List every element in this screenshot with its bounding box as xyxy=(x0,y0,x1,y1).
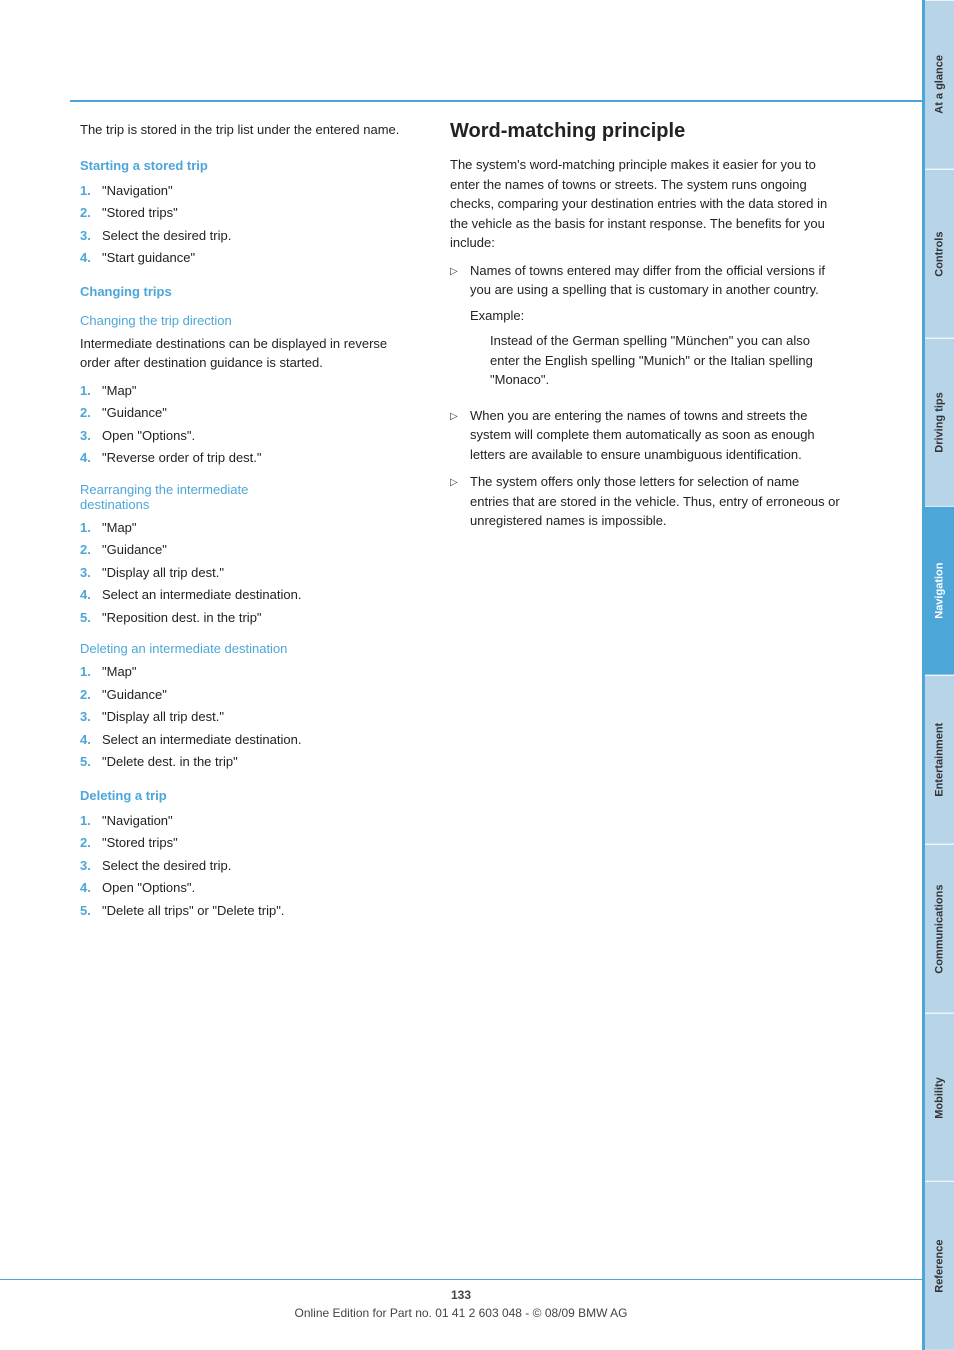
bullet-item-2: ▷ When you are entering the names of tow… xyxy=(450,406,840,465)
sidebar-tab-at-a-glance[interactable]: At a glance xyxy=(925,0,954,169)
list-item: 2."Stored trips" xyxy=(80,833,420,853)
list-item: 1."Map" xyxy=(80,518,420,538)
list-item: 5."Delete all trips" or "Delete trip". xyxy=(80,901,420,921)
page-title: Word-matching principle xyxy=(450,120,840,143)
right-column: Word-matching principle The system's wor… xyxy=(450,120,840,1290)
footer: 133 Online Edition for Part no. 01 41 2 … xyxy=(0,1279,922,1320)
list-deleting-trip: 1."Navigation" 2."Stored trips" 3.Select… xyxy=(80,811,420,921)
bullet-text-2: When you are entering the names of towns… xyxy=(470,406,840,465)
sidebar-tab-entertainment[interactable]: Entertainment xyxy=(925,675,954,844)
bullet-item-3: ▷ The system offers only those letters f… xyxy=(450,472,840,531)
heading-deleting-trip: Deleting a trip xyxy=(80,788,420,803)
section-changing-trips: Changing trips Changing the trip directi… xyxy=(80,284,420,772)
list-item: 4.Select an intermediate destination. xyxy=(80,585,420,605)
list-item: 4.Select an intermediate destination. xyxy=(80,730,420,750)
section-deleting-trip: Deleting a trip 1."Navigation" 2."Stored… xyxy=(80,788,420,921)
list-item: 3."Display all trip dest." xyxy=(80,563,420,583)
footer-text: Online Edition for Part no. 01 41 2 603 … xyxy=(0,1306,922,1320)
list-deleting-intermediate: 1."Map" 2."Guidance" 3."Display all trip… xyxy=(80,662,420,772)
sidebar-tab-controls[interactable]: Controls xyxy=(925,169,954,338)
list-item: 2."Stored trips" xyxy=(80,203,420,223)
list-item: 2."Guidance" xyxy=(80,540,420,560)
list-item: 1."Map" xyxy=(80,662,420,682)
sidebar-tab-navigation[interactable]: Navigation xyxy=(925,506,954,675)
bullet-text-1: Names of towns entered may differ from t… xyxy=(470,263,825,298)
sidebar-tab-driving-tips[interactable]: Driving tips xyxy=(925,338,954,507)
subsection-deleting-intermediate: Deleting an intermediate destination 1."… xyxy=(80,641,420,772)
list-item: 3.Select the desired trip. xyxy=(80,226,420,246)
list-item: 1."Navigation" xyxy=(80,811,420,831)
list-item: 3."Display all trip dest." xyxy=(80,707,420,727)
list-trip-direction: 1."Map" 2."Guidance" 3.Open "Options". 4… xyxy=(80,381,420,468)
right-column-intro: The system's word-matching principle mak… xyxy=(450,155,840,253)
example-text: Instead of the German spelling "München"… xyxy=(470,331,840,390)
bullet-arrow-icon: ▷ xyxy=(450,475,462,531)
page-number: 133 xyxy=(0,1288,922,1302)
left-column: The trip is stored in the trip list unde… xyxy=(80,120,420,1290)
bullet-arrow-icon: ▷ xyxy=(450,264,462,398)
list-item: 1."Map" xyxy=(80,381,420,401)
heading-starting-stored-trip: Starting a stored trip xyxy=(80,158,420,173)
list-item: 4."Reverse order of trip dest." xyxy=(80,448,420,468)
list-item: 3.Select the desired trip. xyxy=(80,856,420,876)
list-rearranging: 1."Map" 2."Guidance" 3."Display all trip… xyxy=(80,518,420,628)
subsection-rearranging: Rearranging the intermediatedestinations… xyxy=(80,482,420,628)
heading-changing-trips: Changing trips xyxy=(80,284,420,299)
list-item: 3.Open "Options". xyxy=(80,426,420,446)
bullet-list: ▷ Names of towns entered may differ from… xyxy=(450,261,840,531)
sidebar-tab-mobility[interactable]: Mobility xyxy=(925,1013,954,1182)
section-starting-stored-trip: Starting a stored trip 1."Navigation" 2.… xyxy=(80,158,420,268)
list-item: 5."Reposition dest. in the trip" xyxy=(80,608,420,628)
list-item: 4."Start guidance" xyxy=(80,248,420,268)
subheading-trip-direction: Changing the trip direction xyxy=(80,313,420,328)
subheading-rearranging: Rearranging the intermediatedestinations xyxy=(80,482,420,512)
bullet-text-3: The system offers only those letters for… xyxy=(470,472,840,531)
list-item: 2."Guidance" xyxy=(80,403,420,423)
subheading-deleting-intermediate: Deleting an intermediate destination xyxy=(80,641,420,656)
subsection-trip-direction: Changing the trip direction Intermediate… xyxy=(80,313,420,468)
intro-text: The trip is stored in the trip list unde… xyxy=(80,120,420,140)
list-item: 5."Delete dest. in the trip" xyxy=(80,752,420,772)
sidebar: At a glance Controls Driving tips Naviga… xyxy=(922,0,954,1350)
bullet-arrow-icon: ▷ xyxy=(450,409,462,465)
list-item: 1."Navigation" xyxy=(80,181,420,201)
list-item: 2."Guidance" xyxy=(80,685,420,705)
list-starting-stored-trip: 1."Navigation" 2."Stored trips" 3.Select… xyxy=(80,181,420,268)
body-trip-direction: Intermediate destinations can be display… xyxy=(80,334,420,373)
bullet-item-1: ▷ Names of towns entered may differ from… xyxy=(450,261,840,398)
top-border-line xyxy=(70,100,922,102)
sidebar-tab-reference[interactable]: Reference xyxy=(925,1181,954,1350)
example-label: Example: xyxy=(470,306,840,326)
list-item: 4.Open "Options". xyxy=(80,878,420,898)
sidebar-tab-communications[interactable]: Communications xyxy=(925,844,954,1013)
